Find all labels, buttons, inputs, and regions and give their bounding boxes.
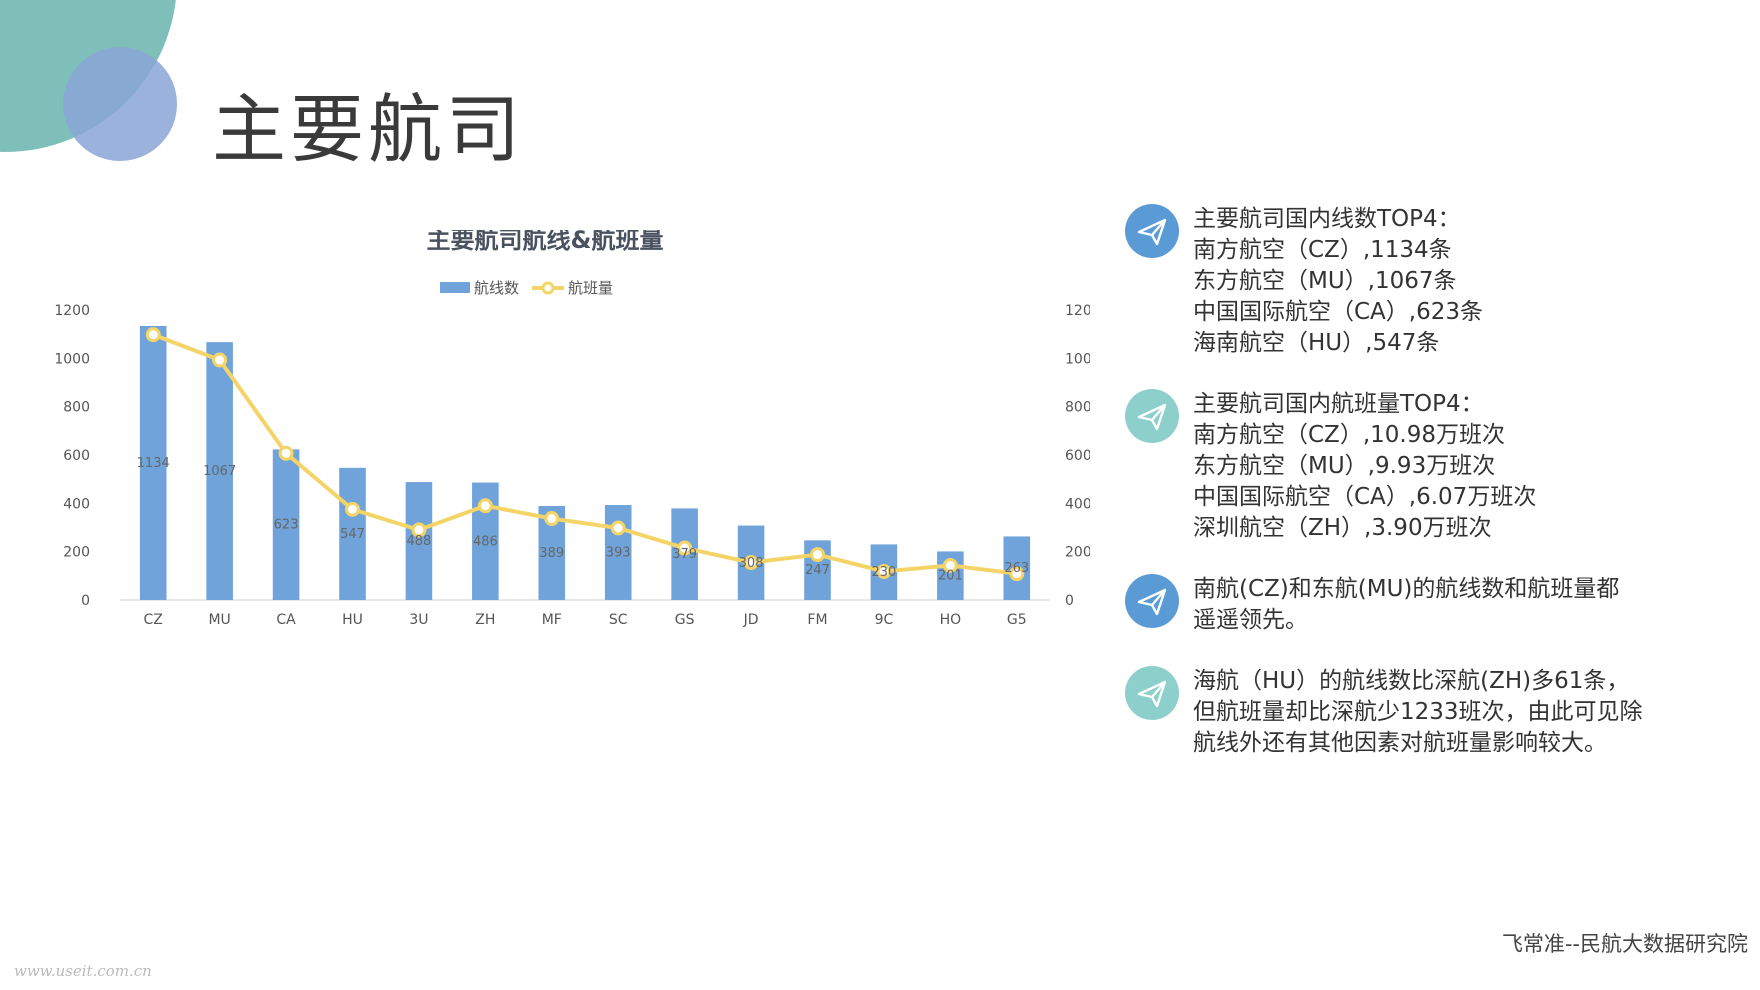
paper-plane-icon — [1125, 389, 1179, 443]
bar-data-label: 486 — [473, 534, 498, 549]
x-axis-tick: JD — [743, 612, 759, 628]
left-axis-tick: 600 — [63, 448, 90, 464]
bar-data-label: 547 — [340, 527, 365, 542]
paper-plane-icon — [1125, 666, 1179, 720]
line-point-CZ — [145, 327, 161, 343]
insight-line: 南航(CZ)和东航(MU)的航线数和航班量都 — [1193, 576, 1620, 602]
left-axis-tick: 200 — [63, 545, 90, 561]
insight-item: 主要航司国内线数TOP4： 南方航空（CZ）,1134条 东方航空（MU）,1067… — [1125, 204, 1745, 359]
watermark: www.useit.com.cn — [14, 962, 152, 980]
footer-source: 飞常准--民航大数据研究院 — [1501, 932, 1748, 956]
insight-text: 海航（HU）的航线数比深航(ZH)多61条， 但航班量却比深航少1233班次，由此… — [1193, 666, 1745, 759]
insight-text: 主要航司国内航班量TOP4： 南方航空（CZ）,10.98万班次 东方航空（MU）,… — [1193, 389, 1745, 544]
insight-text: 主要航司国内线数TOP4： 南方航空（CZ）,1134条 东方航空（MU）,1067… — [1193, 204, 1745, 359]
bar-data-label: 263 — [1004, 561, 1029, 576]
insight-item: 主要航司国内航班量TOP4： 南方航空（CZ）,10.98万班次 东方航空（MU）,… — [1125, 389, 1745, 544]
insight-item: 海航（HU）的航线数比深航(ZH)多61条， 但航班量却比深航少1233班次，由此… — [1125, 666, 1745, 759]
x-axis-tick: MU — [208, 612, 230, 628]
bar-data-label: 201 — [938, 569, 963, 584]
bar-data-label: 308 — [739, 556, 764, 571]
right-axis-tick: 0 — [1065, 593, 1074, 609]
bar-data-label: 379 — [672, 547, 697, 562]
bar-data-label: 1067 — [203, 464, 236, 479]
decorative-circles — [0, 0, 177, 161]
line-point-ZH — [477, 498, 493, 514]
right-axis-tick: 120000 — [1065, 303, 1090, 319]
line-point-SC — [610, 520, 626, 536]
insight-text: 南航(CZ)和东航(MU)的航线数和航班量都 遥遥领先。 — [1193, 574, 1745, 636]
left-axis-tick: 1200 — [54, 303, 90, 319]
insight-line: 东方航空（MU）,1067条 — [1193, 268, 1457, 294]
bar-data-label: 1134 — [137, 456, 170, 471]
insight-line: 主要航司国内线数TOP4： — [1193, 206, 1461, 232]
line-point-MF — [544, 511, 560, 527]
insight-line: 但航班量却比深航少1233班次，由此可见除 — [1193, 699, 1643, 725]
left-axis-tick: 800 — [63, 400, 90, 416]
chart: 主要航司航线&航班量航线数 航班量 0 200 400 600 800 1000 1200 0 20… — [54, 230, 1090, 628]
x-axis-tick: CA — [276, 612, 296, 628]
x-axis-tick: G5 — [1007, 612, 1027, 628]
insight-line: 主要航司国内航班量TOP4： — [1193, 391, 1484, 417]
insight-line: 南方航空（CZ）,10.98万班次 — [1193, 422, 1505, 448]
insight-line: 航线外还有其他因素对航班量影响较大。 — [1193, 730, 1607, 756]
x-axis-tick: CZ — [144, 612, 163, 628]
insight-line: 东方航空（MU）,9.93万班次 — [1193, 453, 1496, 479]
insights-panel: 主要航司国内线数TOP4： 南方航空（CZ）,1134条 东方航空（MU）,1067… — [1125, 204, 1745, 789]
left-axis-tick: 0 — [81, 593, 90, 609]
right-axis-tick: 20000 — [1065, 545, 1090, 561]
legend-swatch-bar — [440, 282, 470, 293]
bar-data-label: 393 — [606, 546, 631, 561]
blue-circle — [63, 47, 177, 161]
x-axis-tick: 3U — [409, 612, 428, 628]
right-axis-tick: 60000 — [1065, 448, 1090, 464]
page-title: 主要航司 — [212, 87, 524, 173]
x-axis-tick: HO — [940, 612, 962, 628]
bar-data-label: 623 — [274, 518, 299, 533]
left-axis-tick: 1000 — [54, 351, 90, 367]
right-axis-tick: 40000 — [1065, 496, 1090, 512]
insight-line: 中国国际航空（CA）,6.07万班次 — [1193, 484, 1537, 510]
right-axis-tick: 100000 — [1065, 351, 1090, 367]
insight-line: 海南航空（HU）,547条 — [1193, 330, 1440, 356]
line-point-FM — [810, 547, 825, 563]
legend-label-bar: 航线数 — [474, 279, 519, 297]
legend-label-line: 航班量 — [568, 279, 613, 297]
right-axis-tick: 80000 — [1065, 400, 1090, 416]
x-axis-tick: FM — [807, 612, 827, 628]
line-point-MU — [212, 352, 228, 368]
x-axis-tick: SC — [609, 612, 628, 628]
bar-data-label: 230 — [872, 565, 897, 580]
insight-line: 南方航空（CZ）,1134条 — [1193, 237, 1452, 263]
x-axis-tick: HU — [342, 612, 363, 628]
paper-plane-icon — [1125, 204, 1179, 258]
x-axis-tick: 9C — [875, 612, 894, 628]
x-axis-tick: GS — [675, 612, 695, 628]
chart-title: 主要航司航线&航班量 — [427, 230, 664, 254]
insight-line: 中国国际航空（CA）,623条 — [1193, 299, 1484, 325]
bar-data-label: 247 — [805, 563, 830, 578]
insight-line: 海航（HU）的航线数比深航(ZH)多61条， — [1193, 668, 1630, 694]
paper-plane-icon — [1125, 574, 1179, 628]
bar-data-label: 488 — [407, 534, 432, 549]
left-axis-tick: 400 — [63, 496, 90, 512]
x-axis-tick: MF — [542, 612, 562, 628]
insight-line: 遥遥领先。 — [1193, 607, 1308, 633]
legend-marker-line — [541, 281, 555, 295]
x-axis-tick: ZH — [475, 612, 495, 628]
bar-data-label: 389 — [539, 546, 564, 561]
insight-line: 深圳航空（ZH）,3.90万班次 — [1193, 515, 1492, 541]
line-point-CA — [278, 445, 294, 461]
line-point-HU — [345, 501, 360, 517]
insight-item: 南航(CZ)和东航(MU)的航线数和航班量都 遥遥领先。 — [1125, 574, 1745, 636]
